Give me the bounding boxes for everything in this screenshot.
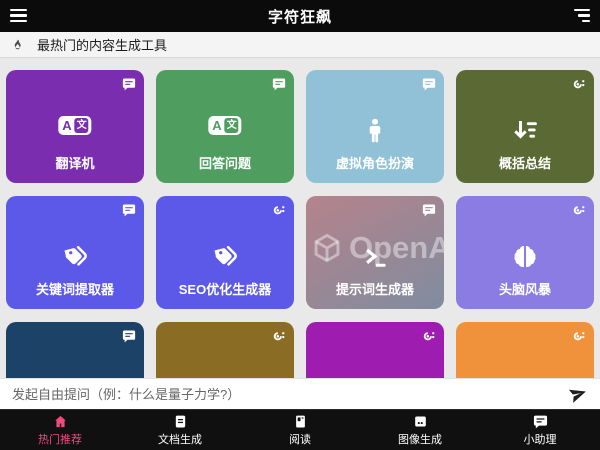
ai-badge-icon [572,203,586,217]
tool-card-label: 提示词生成器 [306,279,444,298]
tool-card-label: 回答问题 [156,153,294,172]
ai-badge-icon [572,329,586,343]
ai-badge-icon [272,329,286,343]
tab-doc-gen[interactable]: 文档生成 [120,410,240,450]
translate-icon: A文 [58,116,91,135]
tab-assistant[interactable]: 小助理 [480,410,600,450]
section-title: 最热门的内容生成工具 [37,35,167,54]
chat-badge-icon [122,77,136,91]
tool-card-label: 头脑风暴 [456,279,594,298]
ai-badge-icon [572,77,586,91]
tags-icon [210,242,240,272]
book-icon [293,414,308,429]
tool-card-label: 翻译机 [6,153,144,172]
ai-badge-icon [272,203,286,217]
terminal-icon [360,242,390,272]
tool-card[interactable]: OpenAI 提示词生成器 [306,196,444,309]
header-bar: 字符狂飙 [0,0,600,32]
tool-card-label: 关键词提取器 [6,279,144,298]
tags-icon [60,242,90,272]
brain-icon [510,242,540,272]
person-icon [360,116,390,146]
tab-label: 图像生成 [398,431,442,447]
chat-badge-icon [272,77,286,91]
tool-card[interactable]: SEO优化生成器 [156,196,294,309]
document-icon [173,414,188,429]
question-composer [0,378,600,409]
tool-card-label: 虚拟角色扮演 [306,153,444,172]
tab-label: 阅读 [289,431,311,447]
app-title: 字符狂飙 [268,6,332,27]
tab-label: 文档生成 [158,431,202,447]
assistant-icon [533,414,548,429]
tool-card[interactable]: 关键词提取器 [6,196,144,309]
sort-menu-icon[interactable] [573,9,590,23]
tool-card[interactable]: 概括总结 [456,70,594,183]
tool-card[interactable]: A文 翻译机 [6,70,144,183]
bottom-nav: 热门推荐 文档生成 阅读 图像生成 小助理 [0,409,600,450]
image-icon [413,414,428,429]
tab-hot-picks[interactable]: 热门推荐 [0,410,120,450]
tool-card[interactable]: 头脑风暴 [456,196,594,309]
tool-card-label: SEO优化生成器 [156,279,294,298]
ai-badge-icon [422,329,436,343]
translate-icon: A文 [208,116,241,135]
tab-image-gen[interactable]: 图像生成 [360,410,480,450]
send-button[interactable] [568,384,588,404]
send-icon [567,383,590,406]
openai-logo-icon [310,231,344,265]
chat-badge-icon [422,77,436,91]
chat-badge-icon [122,203,136,217]
tab-label: 小助理 [524,431,557,447]
section-header: 最热门的内容生成工具 [0,32,600,58]
menu-icon[interactable] [10,9,27,23]
chat-badge-icon [422,203,436,217]
tab-reading[interactable]: 阅读 [240,410,360,450]
tab-label: 热门推荐 [38,431,82,447]
summarize-icon [510,116,540,146]
tool-card[interactable]: A文 回答问题 [156,70,294,183]
fire-icon [10,37,25,52]
tool-card-label: 概括总结 [456,153,594,172]
app-screen: 字符狂飙 最热门的内容生成工具 A文 翻译机 A文 回答问题 虚拟角色扮演 概括… [0,0,600,450]
question-input[interactable] [12,387,568,402]
home-icon [53,414,68,429]
chat-badge-icon [122,329,136,343]
tool-card[interactable]: 虚拟角色扮演 [306,70,444,183]
